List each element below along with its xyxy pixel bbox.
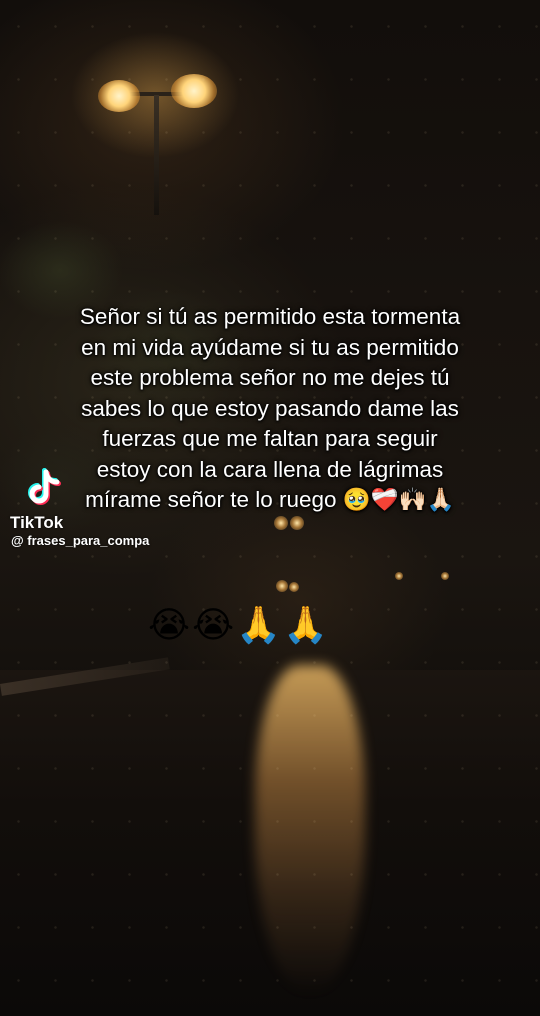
emoji-row: 😭😭🙏🙏 — [148, 605, 330, 646]
tiktok-user-handle: @ frases_para_compa — [11, 533, 150, 548]
tiktok-brand-name: TikTok — [10, 513, 64, 532]
caption-line: Señor si tú as permitido esta tormenta — [79, 304, 461, 329]
background-photo: Señor si tú as permitido esta tormenta e… — [0, 0, 540, 1016]
tiktok-logo-icon — [28, 468, 61, 505]
caption-line: este problema señor no me dejes tú — [90, 365, 450, 390]
caption-line: fuerzas que me faltan para seguir — [102, 426, 438, 451]
caption-line: sabes lo que estoy pasando dame las — [81, 395, 459, 421]
caption-line: estoy con la cara llena de lágrimas — [96, 456, 444, 482]
caption-line: mírame señor te lo ruego 🥹❤️‍🩹🙌🏻🙏🏻 — [85, 487, 455, 512]
caption-text: Señor si tú as permitido esta tormenta e… — [30, 302, 510, 516]
caption-line: en mi vida ayúdame si tu as permitido — [81, 334, 459, 360]
